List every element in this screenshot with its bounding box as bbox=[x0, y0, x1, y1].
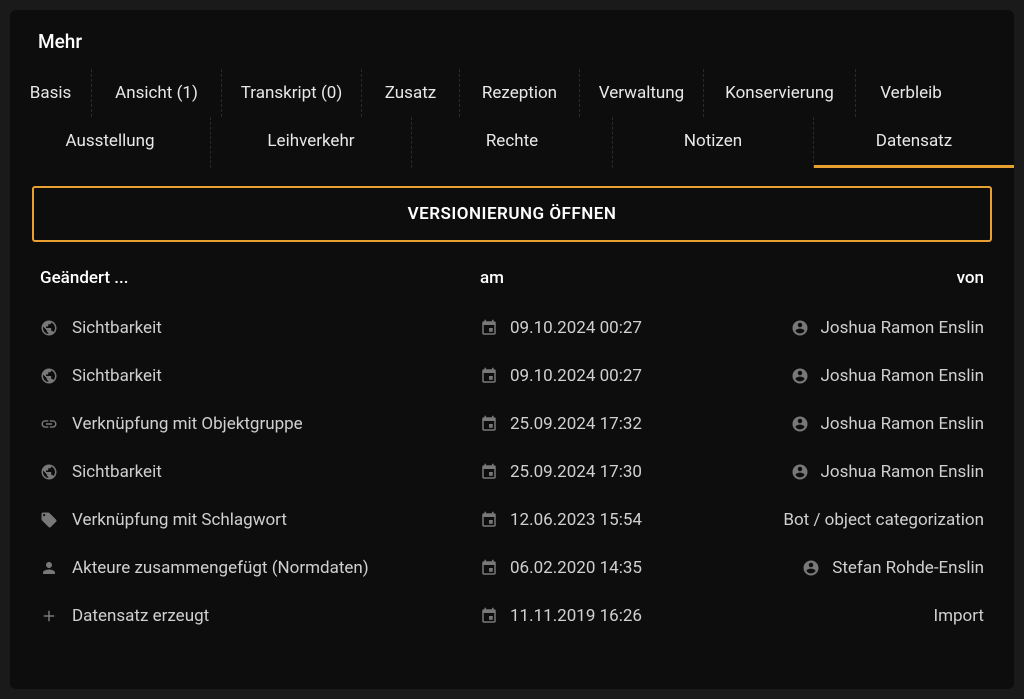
user-icon bbox=[802, 559, 820, 577]
cell-by: Stefan Rohde-Enslin bbox=[740, 558, 984, 578]
by-text: Bot / object categorization bbox=[783, 510, 984, 530]
date-text: 25.09.2024 17:32 bbox=[510, 414, 642, 434]
tab-verbleib[interactable]: Verbleib bbox=[856, 69, 966, 117]
tab-leihverkehr[interactable]: Leihverkehr bbox=[211, 117, 412, 168]
history-table: Geändert ... am von Sichtbarkeit 09.10.20… bbox=[32, 260, 992, 640]
calendar-icon bbox=[480, 559, 498, 577]
changed-text: Sichtbarkeit bbox=[72, 366, 162, 386]
tab-rechte[interactable]: Rechte bbox=[412, 117, 613, 168]
table-row: Sichtbarkeit 09.10.2024 00:27 Joshua Ramon… bbox=[32, 304, 992, 352]
tabs-row-1: BasisAnsicht (1)Transkript (0)ZusatzReze… bbox=[10, 69, 1014, 117]
changed-text: Akteure zusammengefügt (Normdaten) bbox=[72, 558, 369, 578]
date-text: 06.02.2020 14:35 bbox=[510, 558, 642, 578]
header-by: von bbox=[740, 268, 984, 288]
tab-basis[interactable]: Basis bbox=[10, 69, 92, 117]
user-icon bbox=[791, 367, 809, 385]
plus-icon bbox=[40, 607, 58, 625]
tabs-row-2: AusstellungLeihverkehrRechteNotizenDaten… bbox=[10, 117, 1014, 168]
header-date: am bbox=[480, 268, 740, 288]
link-icon bbox=[40, 415, 58, 433]
cell-date: 25.09.2024 17:32 bbox=[480, 414, 740, 434]
calendar-icon bbox=[480, 415, 498, 433]
cell-by: Joshua Ramon Enslin bbox=[740, 366, 984, 386]
changed-text: Verknüpfung mit Schlagwort bbox=[72, 510, 287, 530]
calendar-icon bbox=[480, 319, 498, 337]
date-text: 25.09.2024 17:30 bbox=[510, 462, 642, 482]
tag-icon bbox=[40, 511, 58, 529]
tab-konservierung[interactable]: Konservierung bbox=[704, 69, 856, 117]
changed-text: Datensatz erzeugt bbox=[72, 606, 209, 626]
cell-by: Import bbox=[740, 606, 984, 626]
globe-icon bbox=[40, 319, 58, 337]
cell-date: 12.06.2023 15:54 bbox=[480, 510, 740, 530]
cell-date: 09.10.2024 00:27 bbox=[480, 318, 740, 338]
cell-changed: Verknüpfung mit Schlagwort bbox=[40, 510, 480, 530]
user-icon bbox=[791, 463, 809, 481]
cell-by: Joshua Ramon Enslin bbox=[740, 414, 984, 434]
by-text: Joshua Ramon Enslin bbox=[821, 318, 984, 338]
tabs: BasisAnsicht (1)Transkript (0)ZusatzReze… bbox=[10, 69, 1014, 168]
cell-by: Bot / object categorization bbox=[740, 510, 984, 530]
tab-ausstellung[interactable]: Ausstellung bbox=[10, 117, 211, 168]
cell-changed: Akteure zusammengefügt (Normdaten) bbox=[40, 558, 480, 578]
cell-changed: Verknüpfung mit Objektgruppe bbox=[40, 414, 480, 434]
tab-transkript-0-[interactable]: Transkript (0) bbox=[222, 69, 362, 117]
tab-rezeption[interactable]: Rezeption bbox=[460, 69, 580, 117]
changed-text: Verknüpfung mit Objektgruppe bbox=[72, 414, 303, 434]
changed-text: Sichtbarkeit bbox=[72, 318, 162, 338]
cell-changed: Sichtbarkeit bbox=[40, 462, 480, 482]
date-text: 09.10.2024 00:27 bbox=[510, 366, 642, 386]
cell-changed: Sichtbarkeit bbox=[40, 366, 480, 386]
cell-date: 11.11.2019 16:26 bbox=[480, 606, 740, 626]
cell-by: Joshua Ramon Enslin bbox=[740, 318, 984, 338]
tab-notizen[interactable]: Notizen bbox=[613, 117, 814, 168]
globe-icon bbox=[40, 367, 58, 385]
date-text: 09.10.2024 00:27 bbox=[510, 318, 642, 338]
changed-text: Sichtbarkeit bbox=[72, 462, 162, 482]
table-row: Sichtbarkeit 09.10.2024 00:27 Joshua Ramon… bbox=[32, 352, 992, 400]
tab-verwaltung[interactable]: Verwaltung bbox=[580, 69, 704, 117]
tab-datensatz[interactable]: Datensatz bbox=[814, 117, 1014, 168]
table-row: Verknüpfung mit Objektgruppe 25.09.2024 1… bbox=[32, 400, 992, 448]
person-icon bbox=[40, 559, 58, 577]
open-versioning-button[interactable]: VERSIONIERUNG ÖFFNEN bbox=[32, 186, 992, 242]
table-header: Geändert ... am von bbox=[32, 260, 992, 304]
calendar-icon bbox=[480, 367, 498, 385]
cell-changed: Sichtbarkeit bbox=[40, 318, 480, 338]
date-text: 12.06.2023 15:54 bbox=[510, 510, 642, 530]
content: VERSIONIERUNG ÖFFNEN Geändert ... am von… bbox=[10, 168, 1014, 658]
cell-date: 09.10.2024 00:27 bbox=[480, 366, 740, 386]
cell-date: 25.09.2024 17:30 bbox=[480, 462, 740, 482]
globe-icon bbox=[40, 463, 58, 481]
by-text: Import bbox=[933, 606, 984, 626]
table-row: Datensatz erzeugt 11.11.2019 16:26 Import bbox=[32, 592, 992, 640]
tab-zusatz[interactable]: Zusatz bbox=[362, 69, 460, 117]
user-icon bbox=[791, 319, 809, 337]
cell-by: Joshua Ramon Enslin bbox=[740, 462, 984, 482]
by-text: Stefan Rohde-Enslin bbox=[832, 558, 984, 578]
calendar-icon bbox=[480, 607, 498, 625]
cell-date: 06.02.2020 14:35 bbox=[480, 558, 740, 578]
table-row: Akteure zusammengefügt (Normdaten) 06.02.… bbox=[32, 544, 992, 592]
tab-ansicht-1-[interactable]: Ansicht (1) bbox=[92, 69, 222, 117]
table-row: Sichtbarkeit 25.09.2024 17:30 Joshua Ramon… bbox=[32, 448, 992, 496]
by-text: Joshua Ramon Enslin bbox=[821, 366, 984, 386]
table-row: Verknüpfung mit Schlagwort 12.06.2023 15:… bbox=[32, 496, 992, 544]
calendar-icon bbox=[480, 463, 498, 481]
header-changed: Geändert ... bbox=[40, 268, 480, 288]
cell-changed: Datensatz erzeugt bbox=[40, 606, 480, 626]
date-text: 11.11.2019 16:26 bbox=[510, 606, 642, 626]
user-icon bbox=[791, 415, 809, 433]
panel-title: Mehr bbox=[10, 10, 1014, 69]
by-text: Joshua Ramon Enslin bbox=[821, 462, 984, 482]
by-text: Joshua Ramon Enslin bbox=[821, 414, 984, 434]
calendar-icon bbox=[480, 511, 498, 529]
